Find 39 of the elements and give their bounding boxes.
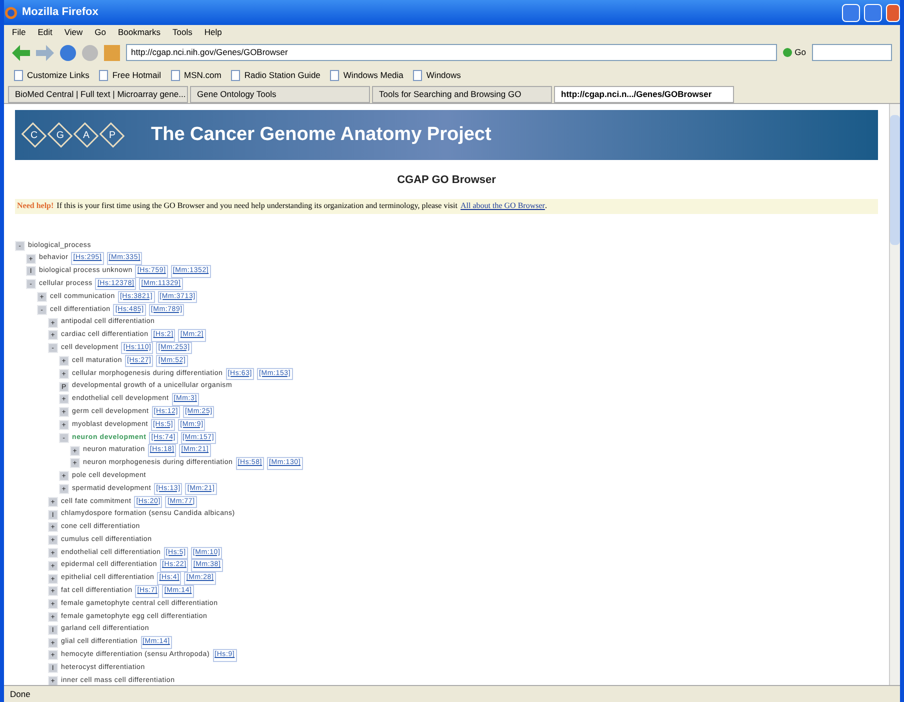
menu-item[interactable]: File <box>12 26 26 39</box>
help-text: If this is your first time using the GO Browser and you need help understanding its organization and terminology, please visit <box>56 200 458 212</box>
help-link[interactable]: All about the GO Browser <box>460 200 545 212</box>
menu-item[interactable]: View <box>64 26 83 39</box>
browser-tab[interactable]: Gene Ontology Tools <box>190 86 370 103</box>
status-text: Done <box>10 688 30 700</box>
logo-letter: C <box>21 122 47 148</box>
search-field[interactable] <box>812 44 892 61</box>
menu-item[interactable]: Go <box>94 26 106 39</box>
bookmark-item[interactable]: Radio Station Guide <box>231 68 320 82</box>
help-end: . <box>544 200 547 212</box>
maximize-button[interactable] <box>864 4 882 22</box>
help-label: Need help! <box>17 200 54 212</box>
window-title: Mozilla Firefox <box>22 5 100 20</box>
bookmark-item[interactable]: Customize Links <box>14 68 90 82</box>
reload-icon[interactable] <box>60 44 76 60</box>
bookmark-item[interactable]: Windows <box>413 68 461 82</box>
banner-title: The Cancer Genome Anatomy Project <box>151 122 492 147</box>
logo-letter: G <box>47 122 73 148</box>
browser-tab[interactable]: Tools for Searching and Browsing GO <box>372 86 552 103</box>
menu-item[interactable]: Help <box>204 26 222 39</box>
menu-item[interactable]: Bookmarks <box>118 26 160 39</box>
menu-item[interactable]: Tools <box>172 26 192 39</box>
close-button[interactable] <box>886 4 900 22</box>
forward-button[interactable] <box>36 44 54 60</box>
logo-letter: P <box>99 122 125 148</box>
menu-item[interactable]: Edit <box>38 26 52 39</box>
stop-icon[interactable] <box>82 44 98 60</box>
bookmark-item[interactable]: MSN.com <box>171 68 222 82</box>
back-button[interactable] <box>12 44 30 60</box>
address-field[interactable]: http://cgap.nci.nih.gov/Genes/GOBrowser <box>126 44 777 61</box>
browser-tab[interactable]: BioMed Central | Full text | Microarray gene... <box>8 86 188 103</box>
logo-letter: A <box>73 122 99 148</box>
go-button[interactable]: Go <box>782 46 806 59</box>
page-title: CGAP GO Browser <box>396 173 497 188</box>
bookmark-item[interactable]: Free Hotmail <box>99 68 162 82</box>
minimize-button[interactable] <box>842 4 860 22</box>
bookmark-item[interactable]: Windows Media <box>330 68 404 82</box>
browser-tab[interactable]: http://cgap.nci.n.../Genes/GOBrowser <box>554 86 734 103</box>
